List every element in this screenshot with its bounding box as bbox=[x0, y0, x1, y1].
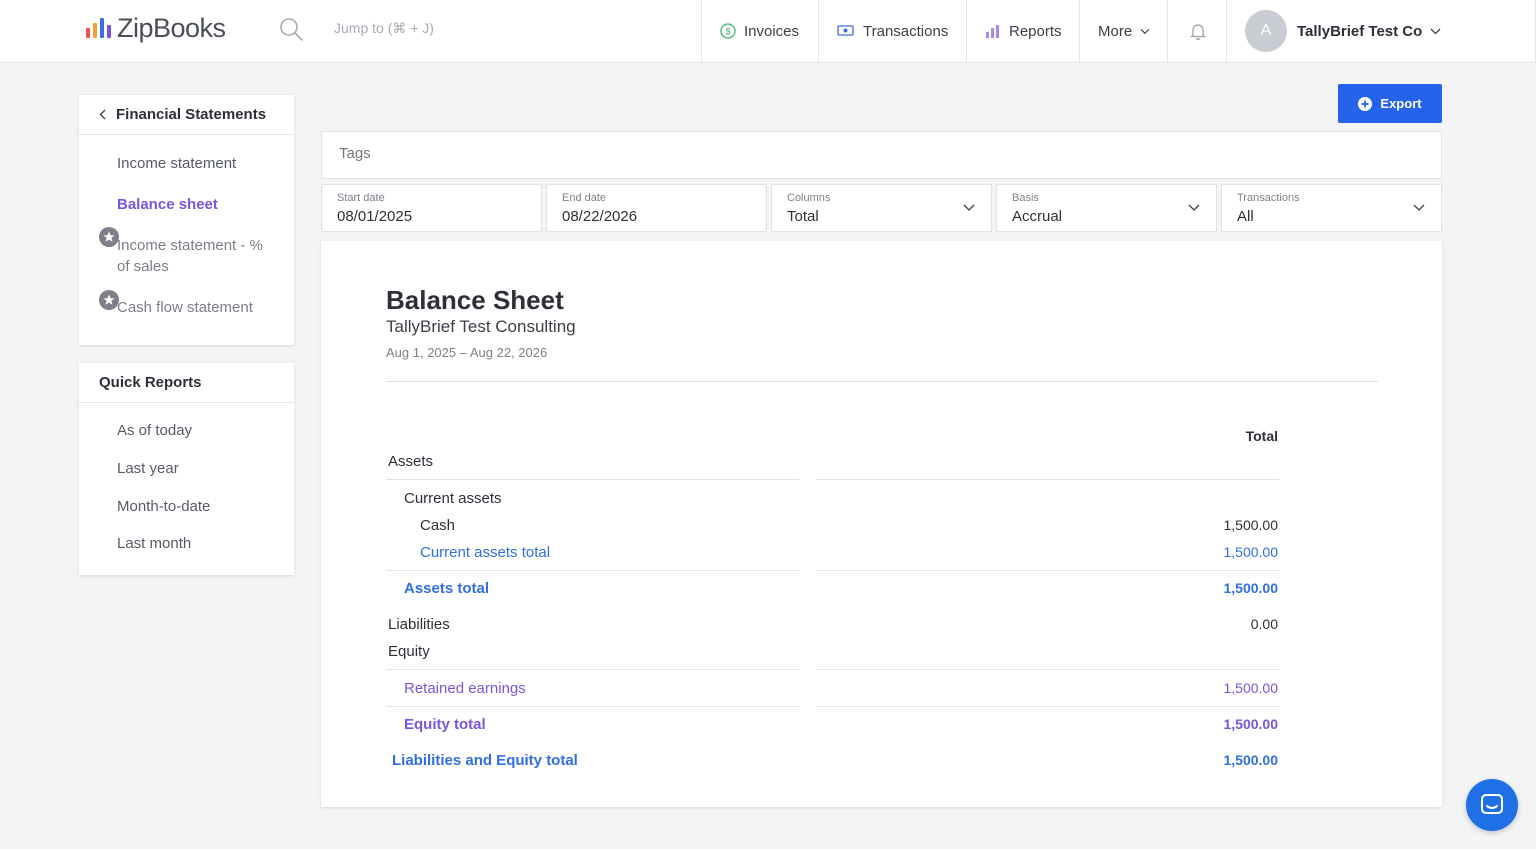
row-equity-total[interactable]: Equity total bbox=[404, 716, 486, 733]
row-divider bbox=[816, 669, 1279, 670]
avatar: A bbox=[1245, 10, 1287, 52]
notifications-button[interactable] bbox=[1167, 0, 1227, 62]
start-date-value[interactable]: 08/01/2025 bbox=[337, 208, 412, 225]
report-date-range: Aug 1, 2025 – Aug 22, 2026 bbox=[386, 345, 548, 360]
chevron-down-icon bbox=[1413, 204, 1425, 211]
financial-statements-card: Financial Statements Income statement Ba… bbox=[79, 95, 294, 345]
basis-select[interactable]: Basis Accrual bbox=[996, 184, 1217, 232]
bell-icon bbox=[1189, 24, 1206, 40]
row-divider bbox=[816, 479, 1279, 480]
sidebar-item-income-statement-pct-sales[interactable]: Income statement - % of sales bbox=[117, 235, 277, 277]
transactions-label: Transactions bbox=[1237, 192, 1300, 204]
balance-sheet-report: Balance Sheet TallyBrief Test Consulting… bbox=[321, 241, 1442, 807]
export-label: Export bbox=[1380, 96, 1422, 111]
chevron-down-icon bbox=[963, 204, 975, 211]
nav-more-label: More bbox=[1098, 22, 1133, 40]
nav-invoices-label: Invoices bbox=[744, 22, 800, 40]
quick-reports-header: Quick Reports bbox=[79, 363, 294, 403]
quick-report-as-of-today[interactable]: As of today bbox=[117, 420, 192, 441]
start-date-field[interactable]: Start date 08/01/2025 bbox=[321, 184, 542, 232]
row-assets-total-value[interactable]: 1,500.00 bbox=[1224, 580, 1279, 596]
nav-reports-label: Reports bbox=[1009, 22, 1062, 40]
sidebar-item-balance-sheet[interactable]: Balance sheet bbox=[117, 194, 218, 215]
columns-select[interactable]: Columns Total bbox=[771, 184, 992, 232]
tags-input[interactable] bbox=[339, 145, 839, 162]
nav-transactions[interactable]: Transactions bbox=[818, 0, 967, 62]
chevron-down-icon bbox=[1140, 28, 1150, 34]
company-name: TallyBrief Test Co bbox=[1297, 22, 1423, 40]
export-button[interactable]: Export bbox=[1338, 84, 1442, 123]
start-date-label: Start date bbox=[337, 192, 385, 204]
row-divider bbox=[386, 479, 799, 480]
transactions-select[interactable]: Transactions All bbox=[1221, 184, 1442, 232]
row-liabilities-equity-total[interactable]: Liabilities and Equity total bbox=[392, 752, 578, 769]
nav-invoices[interactable]: $ Invoices bbox=[701, 0, 819, 62]
premium-star-icon bbox=[99, 227, 119, 247]
row-assets: Assets bbox=[388, 453, 434, 470]
quick-report-last-year[interactable]: Last year bbox=[117, 458, 179, 479]
zipbooks-logo[interactable]: ZipBooks bbox=[86, 12, 226, 44]
row-retained-earnings-value[interactable]: 1,500.00 bbox=[1224, 680, 1279, 696]
row-divider bbox=[816, 570, 1279, 571]
jump-to-search[interactable]: Jump to (⌘ + J) bbox=[334, 20, 434, 37]
end-date-field[interactable]: End date 08/22/2026 bbox=[546, 184, 767, 232]
columns-label: Columns bbox=[787, 192, 831, 204]
columns-value: Total bbox=[787, 208, 819, 225]
row-liabilities: Liabilities bbox=[388, 616, 450, 633]
end-date-value[interactable]: 08/22/2026 bbox=[562, 208, 637, 225]
row-equity-total-value[interactable]: 1,500.00 bbox=[1224, 716, 1279, 732]
report-title: Balance Sheet bbox=[386, 285, 564, 315]
row-divider bbox=[386, 706, 799, 707]
row-divider bbox=[816, 706, 1279, 707]
nav-transactions-label: Transactions bbox=[863, 22, 949, 40]
row-liabilities-value[interactable]: 0.00 bbox=[1251, 616, 1278, 632]
row-divider bbox=[386, 570, 799, 571]
search-icon[interactable] bbox=[278, 16, 304, 42]
quick-report-month-to-date[interactable]: Month-to-date bbox=[117, 496, 210, 517]
premium-star-icon bbox=[99, 290, 119, 310]
top-navigation: ZipBooks Jump to (⌘ + J) $ Invoices Tran… bbox=[0, 0, 1536, 63]
quick-reports-title: Quick Reports bbox=[99, 374, 202, 391]
nav-more[interactable]: More bbox=[1079, 0, 1168, 62]
plus-circle-icon bbox=[1358, 96, 1373, 111]
tags-field[interactable] bbox=[321, 131, 1442, 179]
chevron-left-icon bbox=[99, 109, 106, 120]
row-current-assets: Current assets bbox=[404, 490, 502, 507]
svg-text:$: $ bbox=[725, 27, 730, 37]
report-divider bbox=[386, 381, 1378, 382]
end-date-label: End date bbox=[562, 192, 607, 204]
dollar-circle-icon: $ bbox=[720, 23, 736, 39]
sidebar-item-cash-flow-statement[interactable]: Cash flow statement bbox=[117, 297, 253, 318]
row-cash-value[interactable]: 1,500.00 bbox=[1224, 517, 1279, 533]
row-current-assets-total[interactable]: Current assets total bbox=[420, 544, 550, 561]
logo-bars-icon bbox=[86, 18, 111, 38]
quick-reports-card: Quick Reports As of today Last year Mont… bbox=[79, 363, 294, 575]
row-retained-earnings[interactable]: Retained earnings bbox=[404, 680, 526, 697]
logo-text: ZipBooks bbox=[117, 12, 226, 43]
chevron-down-icon bbox=[1430, 28, 1441, 34]
row-assets-total[interactable]: Assets total bbox=[404, 580, 489, 597]
money-icon bbox=[837, 25, 854, 36]
row-liabilities-equity-total-value[interactable]: 1,500.00 bbox=[1224, 752, 1279, 768]
nav-reports[interactable]: Reports bbox=[966, 0, 1080, 62]
chat-icon bbox=[1481, 794, 1503, 814]
chat-button[interactable] bbox=[1466, 779, 1518, 831]
row-divider bbox=[386, 669, 799, 670]
financial-statements-header[interactable]: Financial Statements bbox=[79, 95, 294, 135]
transactions-value: All bbox=[1237, 208, 1254, 225]
company-switcher[interactable]: A TallyBrief Test Co bbox=[1226, 0, 1536, 62]
bar-chart-icon bbox=[986, 25, 999, 38]
total-column-header: Total bbox=[1245, 428, 1278, 444]
row-cash: Cash bbox=[420, 517, 456, 534]
basis-value: Accrual bbox=[1012, 208, 1063, 225]
row-equity: Equity bbox=[388, 643, 430, 660]
row-current-assets-total-value[interactable]: 1,500.00 bbox=[1224, 544, 1279, 560]
basis-label: Basis bbox=[1012, 192, 1039, 204]
quick-report-last-month[interactable]: Last month bbox=[117, 533, 191, 554]
financial-statements-title: Financial Statements bbox=[116, 106, 267, 123]
sidebar-item-income-statement[interactable]: Income statement bbox=[117, 153, 236, 174]
chevron-down-icon bbox=[1188, 204, 1200, 211]
report-company: TallyBrief Test Consulting bbox=[386, 317, 576, 336]
